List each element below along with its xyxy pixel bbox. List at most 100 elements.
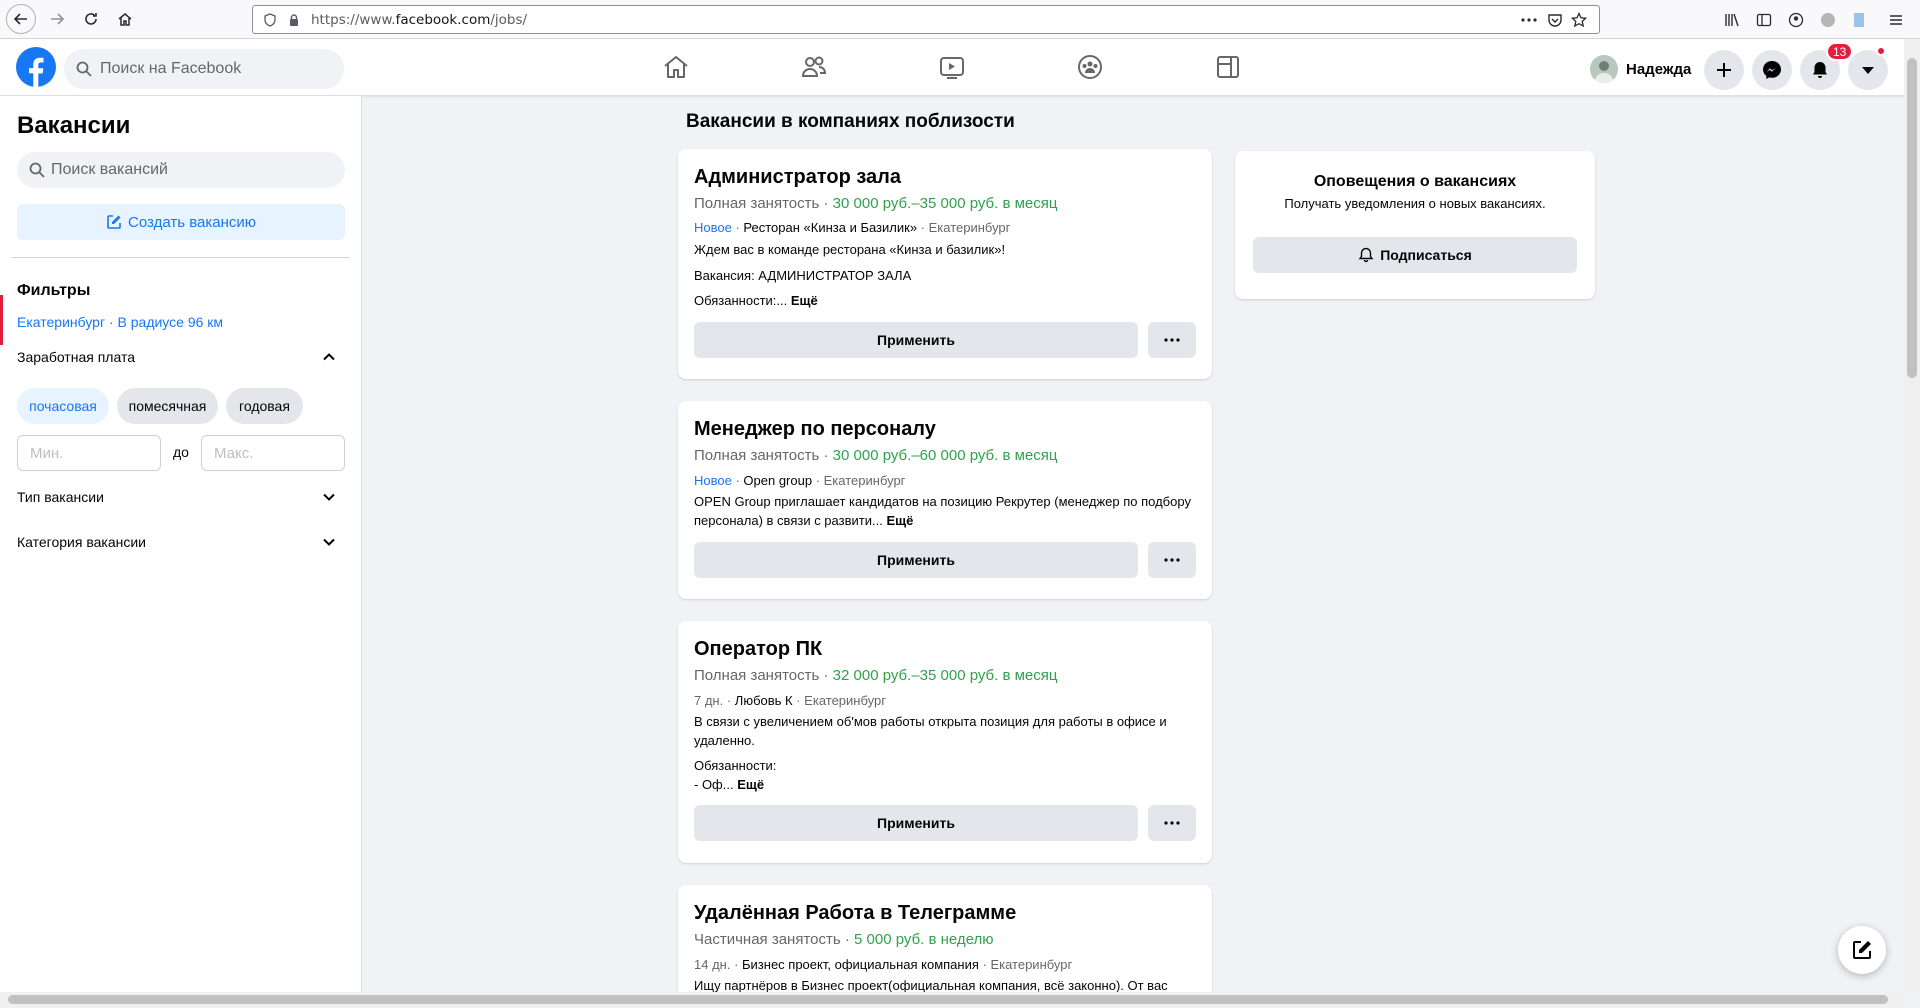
profile-button[interactable]: Надежда [1590,51,1691,87]
shield-icon [264,13,276,27]
subscribe-label: Подписаться [1380,247,1472,263]
feed-title: Вакансии в компаниях поблизости [686,111,1015,132]
avatar [1590,55,1618,83]
new-message-button[interactable] [1838,926,1886,974]
chevron-down-icon [323,493,335,501]
job-title[interactable]: Менеджер по персоналу [694,418,936,441]
arrow-right-icon [51,13,65,25]
create-button[interactable] [1704,50,1744,90]
min-salary-input[interactable]: Мин. [17,435,161,471]
arrow-left-icon [13,13,27,25]
nav-gaming-button[interactable] [1212,51,1244,83]
salary-label: Заработная плата [17,349,135,365]
create-job-button[interactable]: Создать вакансию [17,204,345,240]
job-title[interactable]: Оператор ПК [694,638,822,661]
job-search-input[interactable]: Поиск вакансий [17,152,345,188]
star-icon[interactable] [1571,12,1587,28]
bell-icon [1358,247,1374,263]
account-icon[interactable] [1788,12,1804,28]
nav-groups-button[interactable] [1074,51,1106,83]
job-search-placeholder: Поиск вакансий [51,161,168,178]
home-icon [664,56,688,78]
nav-friends-button[interactable] [798,51,830,83]
job-type-label: Тип вакансии [17,489,104,505]
extension-icon[interactable] [1852,12,1866,28]
home-button[interactable] [110,4,140,34]
job-title[interactable]: Удалённая Работа в Телеграмме [694,902,1016,925]
user-avatar-icon [1590,55,1618,83]
horizontal-scroll-thumb[interactable] [8,995,1888,1004]
job-pay: 30 000 руб.–35 000 руб. в месяц [832,195,1058,212]
back-button[interactable] [6,4,36,34]
pocket-icon[interactable] [1547,12,1563,28]
sidebar-toggle-icon[interactable] [1756,12,1772,28]
apply-button[interactable]: Применить [694,805,1138,841]
more-options-button[interactable] [1148,322,1196,358]
category-filter-toggle[interactable]: Категория вакансии [17,534,337,550]
library-icon[interactable] [1724,12,1740,28]
watch-icon [940,57,964,79]
job-card: Удалённая Работа в Телеграмме Частичная … [678,885,1212,992]
facebook-search-input[interactable]: Поиск на Facebook [64,49,344,89]
location-marker [0,295,3,345]
job-card: Менеджер по персоналу Полная занятость ·… [678,401,1212,599]
job-description: В связи с увеличением об'мов работы откр… [694,714,1167,792]
alerts-subtitle: Получать уведомления о новых вакансиях. [1284,196,1546,211]
facebook-logo-icon[interactable] [16,47,56,87]
more-options-button[interactable] [1148,542,1196,578]
salary-filter-toggle[interactable]: Заработная плата [17,349,337,365]
job-title[interactable]: Администратор зала [694,166,901,189]
more-icon [1164,338,1180,342]
see-more-link[interactable]: Ещё [791,293,818,308]
edit-icon [107,215,121,229]
compose-icon [1853,941,1871,959]
job-employment: Полная занятость · 30 000 руб.–35 000 ру… [694,195,1058,212]
caret-down-icon [1862,67,1874,74]
job-type-filter-toggle[interactable]: Тип вакансии [17,489,337,505]
pay-option-hourly[interactable]: почасовая [17,388,109,424]
nav-watch-button[interactable] [936,51,968,83]
house-icon [118,13,132,26]
location-filter-link[interactable]: Екатеринбург · В радиусе 96 км [17,314,223,330]
account-menu-button[interactable] [1848,50,1888,90]
max-salary-input[interactable]: Макс. [201,435,345,471]
adblock-icon[interactable] [1820,12,1836,28]
job-meta: Новое · Ресторан «Кинза и Базилик» · Ека… [694,220,1011,235]
job-pay: 5 000 руб. в неделю [854,931,994,948]
see-more-link[interactable]: Ещё [737,777,764,792]
gaming-icon [1217,56,1239,78]
chevron-up-icon [323,353,335,361]
messenger-icon [1763,61,1781,79]
nav-home-button[interactable] [660,51,692,83]
groups-icon [1078,55,1102,79]
job-employment: Полная занятость · 30 000 руб.–60 000 ру… [694,447,1058,464]
category-label: Категория вакансии [17,534,146,550]
search-icon [29,162,45,178]
messenger-button[interactable] [1752,50,1792,90]
job-description: OPEN Group приглашает кандидатов на пози… [694,494,1191,528]
divider [12,257,350,258]
job-description: Ждем вас в команде ресторана «Кинза и ба… [694,242,1006,308]
reload-button[interactable] [76,4,106,34]
pay-option-monthly[interactable]: помесячная [117,388,218,424]
pay-option-yearly[interactable]: годовая [226,388,303,424]
apply-button[interactable]: Применить [694,542,1138,578]
vertical-scroll-thumb[interactable] [1907,58,1917,378]
menu-icon[interactable] [1888,12,1904,28]
page-actions-icon[interactable] [1521,18,1537,22]
job-employment: Частичная занятость · 5 000 руб. в недел… [694,931,994,948]
bell-icon [1813,62,1827,78]
filters-title: Фильтры [17,282,91,299]
sidebar-title: Вакансии [17,112,131,139]
see-more-link[interactable]: Ещё [886,513,913,528]
subscribe-button[interactable]: Подписаться [1253,237,1577,273]
forward-button[interactable] [42,4,72,34]
apply-button[interactable]: Применить [694,322,1138,358]
reload-icon [85,13,97,25]
address-bar[interactable]: https://www.facebook.com/jobs/ [252,5,1600,34]
jobs-sidebar: Вакансии Поиск вакансий Создать вакансию… [0,96,362,992]
more-icon [1164,821,1180,825]
chevron-down-icon [323,538,335,546]
more-options-button[interactable] [1148,805,1196,841]
create-job-label: Создать вакансию [128,213,256,231]
